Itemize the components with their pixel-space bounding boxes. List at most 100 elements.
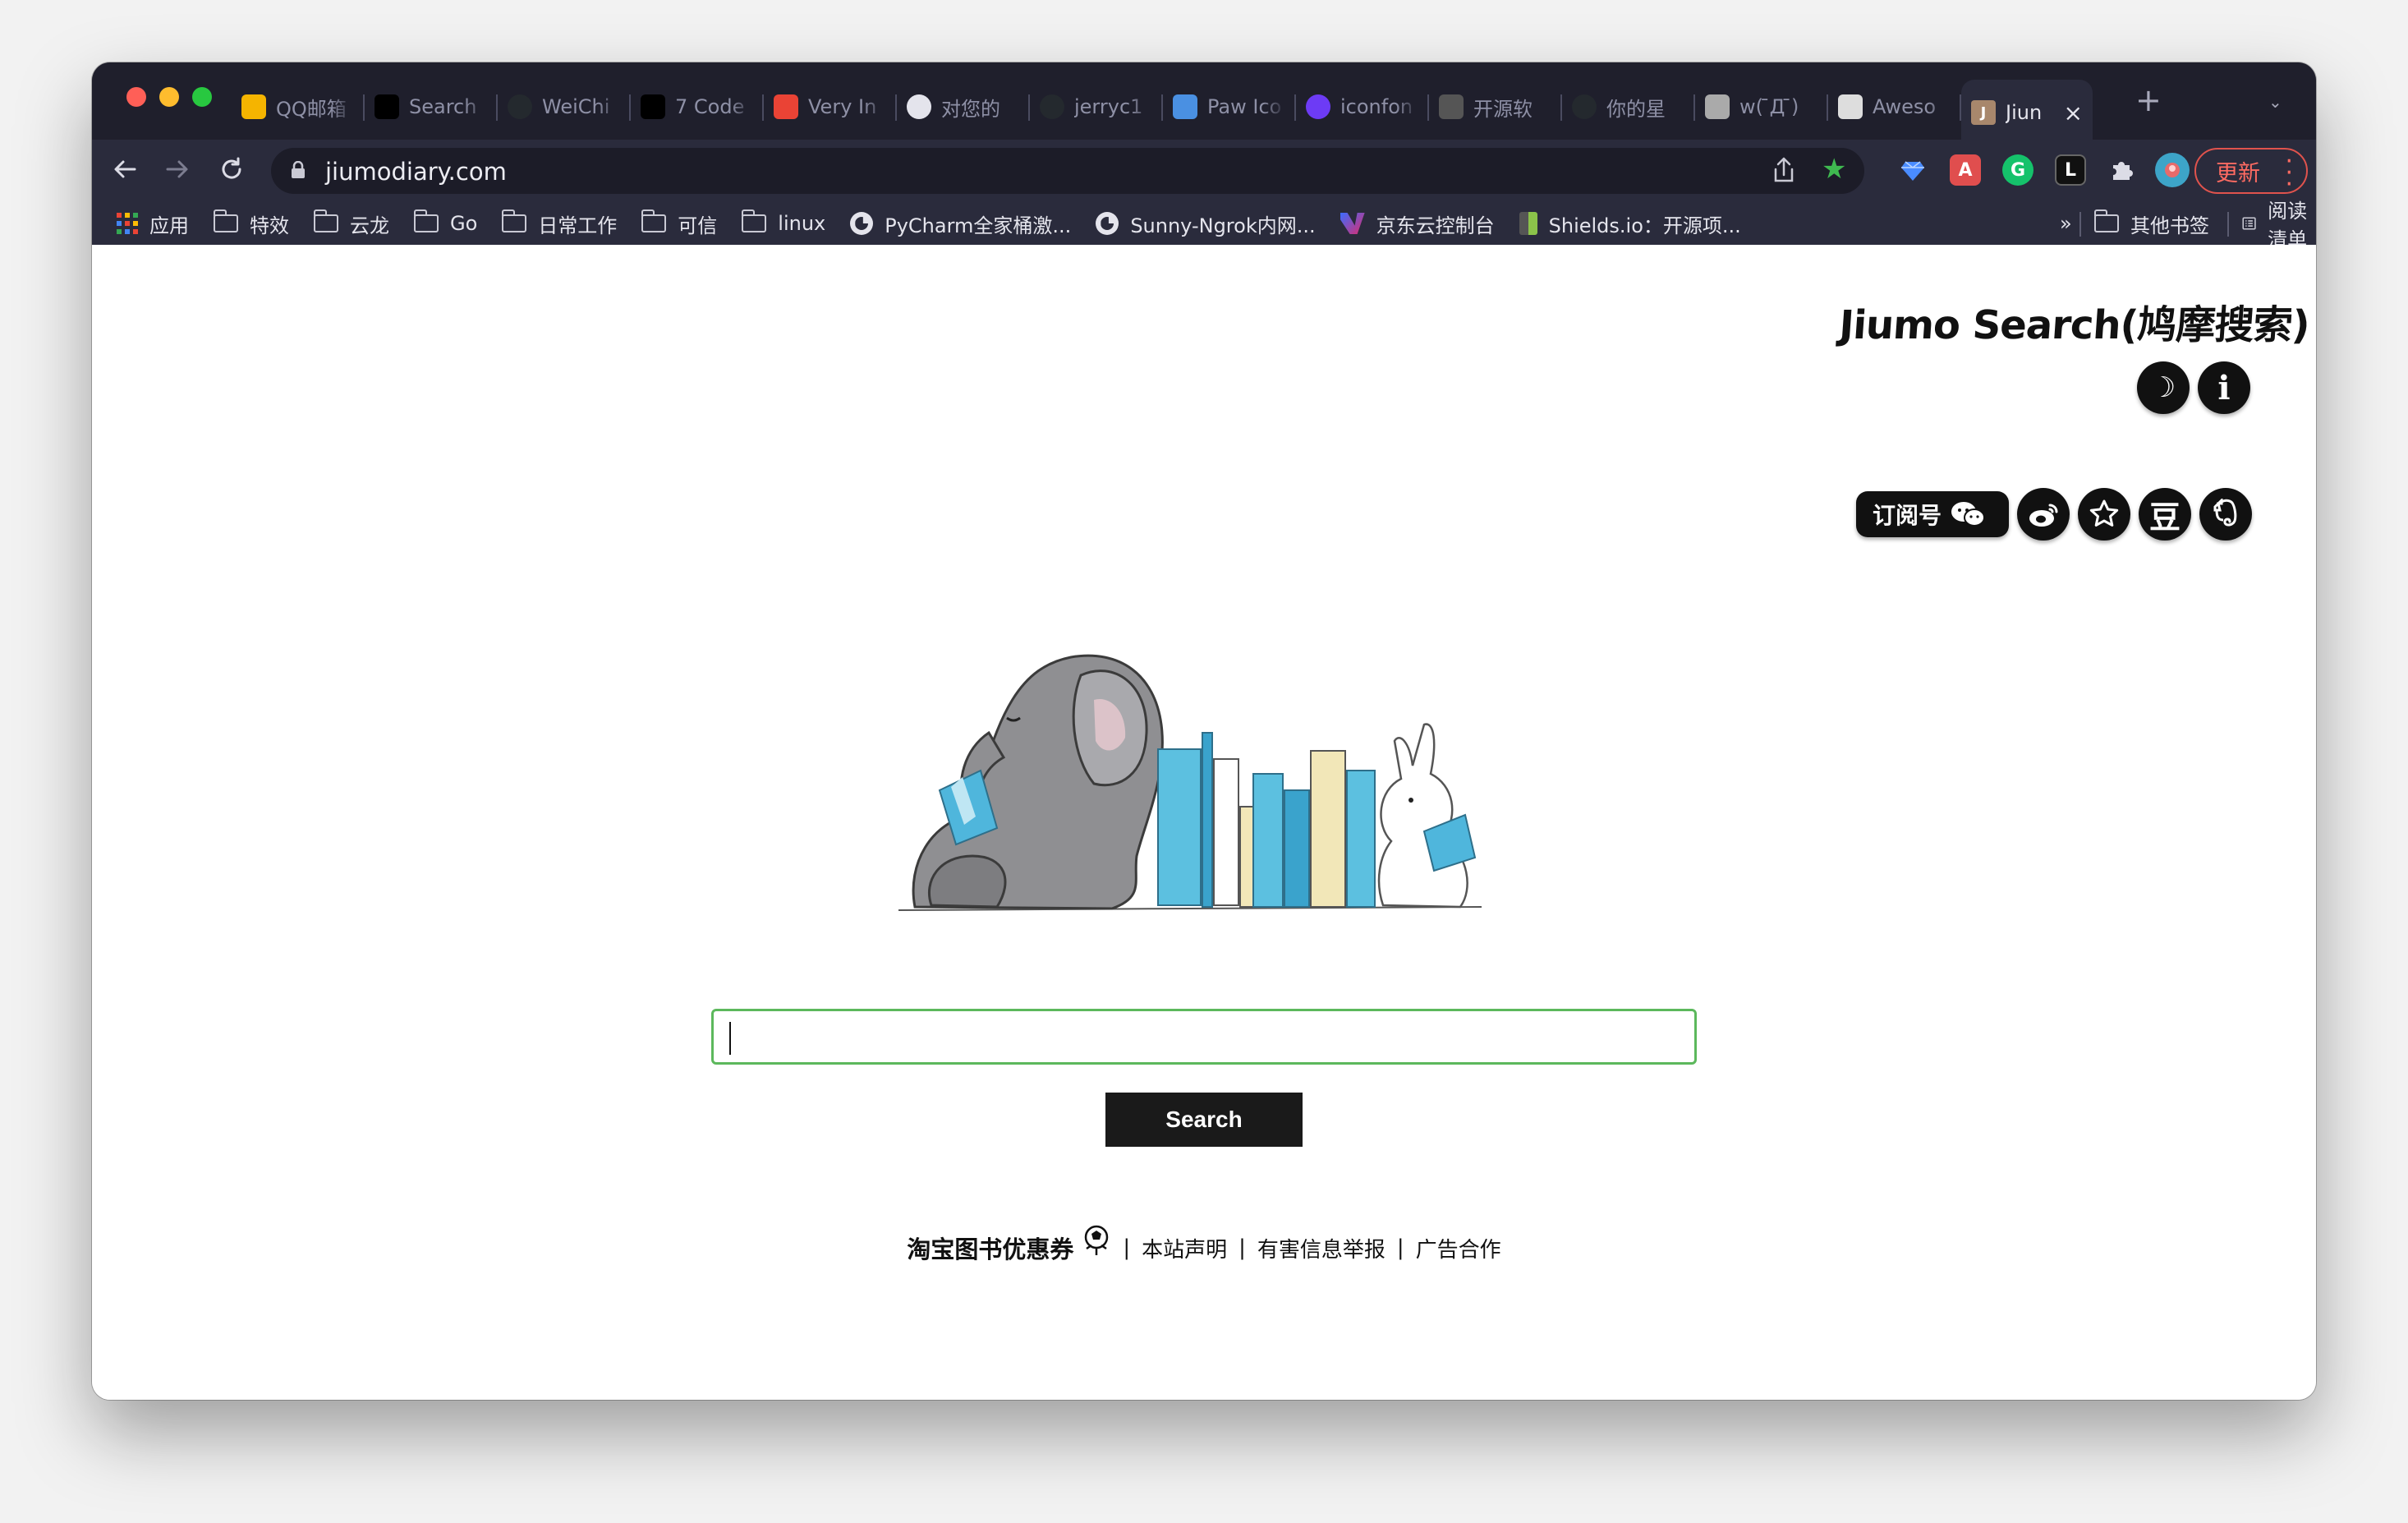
bookmark-star-icon[interactable]: ★ bbox=[1822, 153, 1846, 186]
search-input[interactable] bbox=[711, 1009, 1697, 1065]
tab-title: QQ邮箱 bbox=[276, 97, 347, 121]
bookmark-item[interactable]: Sunny-Ngrok内网... bbox=[1096, 209, 1316, 238]
share-icon[interactable] bbox=[1771, 156, 1797, 184]
zoom-window-button[interactable] bbox=[192, 87, 212, 107]
bookmark-item[interactable]: Go bbox=[413, 209, 478, 235]
close-window-button[interactable] bbox=[126, 87, 146, 107]
bookmark-item[interactable]: 云龙 bbox=[313, 209, 389, 238]
bookmark-item[interactable]: linux bbox=[741, 209, 826, 235]
bookmark-label: 日常工作 bbox=[538, 214, 618, 237]
extensions-puzzle-icon[interactable] bbox=[2106, 154, 2137, 186]
other-bookmarks[interactable]: 其他书签 bbox=[2093, 202, 2209, 245]
browser-tab[interactable]: QQ邮箱 bbox=[232, 80, 365, 134]
bookmark-item[interactable]: PyCharm全家桶激... bbox=[850, 209, 1071, 238]
back-button[interactable] bbox=[107, 151, 143, 187]
bookmark-label: Go bbox=[450, 212, 478, 235]
close-tab-icon[interactable]: × bbox=[2064, 99, 2083, 127]
ad-cooperation-link[interactable]: 广告合作 bbox=[1416, 1233, 1501, 1263]
bookmark-item[interactable]: 日常工作 bbox=[501, 209, 618, 238]
shields-icon bbox=[1519, 212, 1537, 235]
reading-list-label: 阅读清单 bbox=[2268, 200, 2308, 251]
text-cursor bbox=[729, 1022, 731, 1055]
medium-icon bbox=[375, 94, 399, 119]
web-page: Jiumo Search(鸠摩搜索) ☽ i 订阅号 豆 Search 淘宝图书… bbox=[92, 245, 2316, 1400]
update-button[interactable]: 更新 · · · bbox=[2194, 147, 2308, 199]
tab-title: Very In bbox=[808, 95, 877, 118]
reload-button[interactable] bbox=[214, 151, 250, 187]
bookmark-label: linux bbox=[778, 212, 826, 235]
soccer-badge-icon bbox=[1085, 1225, 1109, 1255]
star-icon[interactable] bbox=[2078, 488, 2130, 541]
lock-icon bbox=[292, 161, 305, 178]
browser-tab[interactable]: 对您的 bbox=[897, 80, 1030, 134]
profile-avatar[interactable] bbox=[2155, 153, 2190, 187]
bookmark-item[interactable]: 特效 bbox=[213, 209, 289, 238]
weibo-icon[interactable] bbox=[2017, 488, 2070, 541]
grammarly-extension-icon[interactable]: G bbox=[2002, 154, 2033, 186]
bookmark-label: 云龙 bbox=[350, 214, 389, 237]
bookmark-label: 应用 bbox=[149, 214, 189, 237]
taobao-coupon-link[interactable]: 淘宝图书优惠券 bbox=[907, 1231, 1073, 1265]
bookmarks-overflow-button[interactable]: » bbox=[2060, 202, 2072, 245]
browser-tab[interactable]: J Jiun × bbox=[1961, 80, 2093, 145]
bookmarks-bar: 应用 特效 云龙 Go 日常工作 可信 linux PyCharm全家桶激... Sunny-N… bbox=[92, 202, 2316, 245]
subscribe-wechat-button[interactable]: 订阅号 bbox=[1856, 491, 2009, 537]
browser-tab[interactable]: Paw Ico bbox=[1163, 80, 1296, 134]
back-arrow-icon bbox=[114, 160, 136, 178]
tab-title: WeiChi bbox=[542, 95, 610, 118]
kebab-menu-icon: · · · bbox=[2285, 147, 2292, 199]
bookmark-label: 可信 bbox=[678, 214, 718, 237]
bookmark-label: Sunny-Ngrok内网... bbox=[1130, 214, 1316, 237]
bookmark-item[interactable]: 京东云控制台 bbox=[1340, 209, 1495, 238]
bookmark-item[interactable]: Shields.io：开源项... bbox=[1519, 209, 1741, 238]
other-bookmarks-label: 其他书签 bbox=[2130, 214, 2209, 237]
github-icon bbox=[1040, 94, 1064, 119]
diamond-extension-icon[interactable] bbox=[1897, 154, 1928, 186]
folder-icon bbox=[213, 209, 238, 232]
minimize-window-button[interactable] bbox=[159, 87, 179, 107]
tab-title: 开源软 bbox=[1473, 97, 1533, 121]
elephant-bunny-books-illustration bbox=[898, 654, 1482, 911]
browser-tab[interactable]: Aweso bbox=[1828, 80, 1961, 134]
info-icon[interactable]: i bbox=[2198, 361, 2250, 414]
new-tab-button[interactable]: + bbox=[2135, 82, 2162, 118]
forward-button[interactable] bbox=[159, 151, 195, 187]
douban-icon[interactable]: 豆 bbox=[2139, 488, 2191, 541]
bookmark-label: 京东云控制台 bbox=[1376, 214, 1495, 237]
browser-tab[interactable]: w( ̄Д ̄) bbox=[1695, 80, 1828, 134]
report-harmful-link[interactable]: 有害信息举报 bbox=[1257, 1233, 1386, 1263]
reading-list[interactable]: 阅读清单 bbox=[2242, 200, 2316, 251]
bookmark-label: Shields.io：开源项... bbox=[1548, 214, 1741, 237]
address-bar[interactable]: jiumodiary.com ★ bbox=[271, 148, 1864, 194]
subscribe-label: 订阅号 bbox=[1873, 502, 1942, 529]
site-logo-title[interactable]: Jiumo Search(鸠摩搜索) bbox=[1838, 292, 2312, 350]
pdf-extension-icon[interactable]: A bbox=[1950, 154, 1981, 186]
browser-tab[interactable]: WeiChi bbox=[498, 80, 631, 134]
globe-icon bbox=[1096, 212, 1119, 235]
tab-title: Aweso bbox=[1873, 95, 1937, 118]
browser-tab[interactable]: 7 Code bbox=[631, 80, 764, 134]
footer-links: 淘宝图书优惠券 | 本站声明 | 有害信息举报 | 广告合作 bbox=[92, 1225, 2316, 1265]
flag-icon bbox=[1173, 94, 1197, 119]
site-statement-link[interactable]: 本站声明 bbox=[1142, 1233, 1227, 1263]
browser-tab[interactable]: 开源软 bbox=[1429, 80, 1562, 134]
evernote-icon[interactable] bbox=[2199, 488, 2252, 541]
tab-title: 对您的 bbox=[941, 97, 1000, 121]
apps-grid-icon bbox=[117, 213, 138, 234]
bookmark-item[interactable]: 应用 bbox=[117, 209, 189, 238]
browser-tab[interactable]: Search bbox=[365, 80, 498, 134]
browser-tab[interactable]: iconfon bbox=[1296, 80, 1429, 134]
dark-mode-moon-icon[interactable]: ☽ bbox=[2137, 361, 2190, 414]
medium-icon bbox=[641, 94, 665, 119]
tab-search-chevron-icon[interactable]: ⌄ bbox=[2268, 92, 2282, 112]
folder-icon bbox=[2093, 209, 2119, 232]
folder-icon bbox=[741, 209, 767, 232]
browser-tab[interactable]: 你的星 bbox=[1562, 80, 1695, 134]
address-url[interactable]: jiumodiary.com bbox=[325, 158, 507, 186]
search-button[interactable]: Search bbox=[1105, 1093, 1303, 1147]
browser-tab[interactable]: jerryc1 bbox=[1030, 80, 1163, 134]
lighthouse-extension-icon[interactable]: L bbox=[2055, 154, 2086, 186]
github-icon bbox=[508, 94, 532, 119]
bookmark-item[interactable]: 可信 bbox=[641, 209, 717, 238]
browser-tab[interactable]: Very In bbox=[764, 80, 897, 134]
